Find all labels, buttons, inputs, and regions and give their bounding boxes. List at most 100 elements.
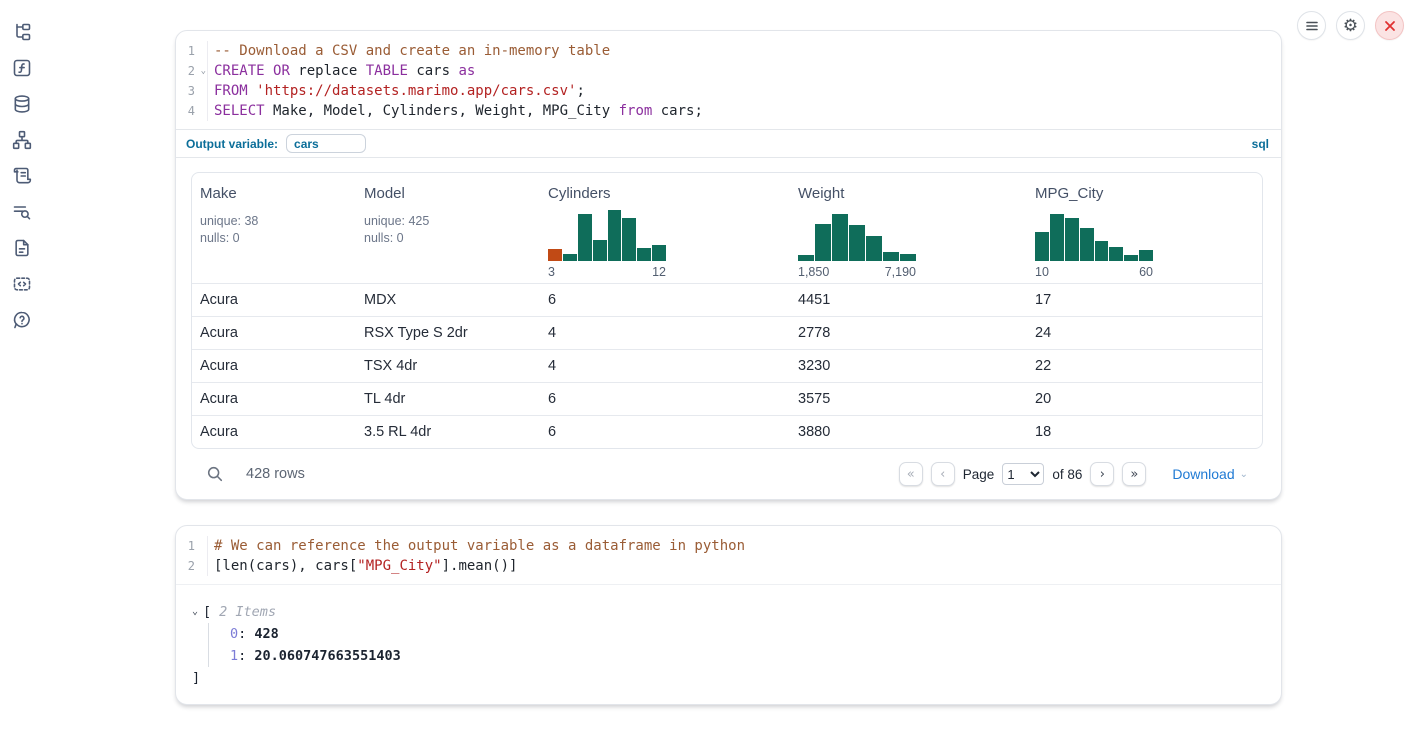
column-label[interactable]: Weight — [798, 185, 1019, 205]
histogram-bar — [798, 255, 814, 261]
code-token: FROM — [214, 83, 248, 99]
code-token: as — [458, 63, 475, 79]
code-text[interactable]: [len(cars), cars["MPG_City"].mean()] — [208, 556, 517, 576]
table-row[interactable]: AcuraRSX Type S 2dr4277824 — [192, 316, 1262, 349]
logs-icon[interactable] — [12, 202, 32, 222]
table-row[interactable]: Acura3.5 RL 4dr6388018 — [192, 415, 1262, 448]
settings-button[interactable]: ⚙ — [1336, 11, 1365, 40]
table-header-row: Makeunique: 38nulls: 0Modelunique: 425nu… — [192, 173, 1262, 283]
sql-cell: 1 -- Download a CSV and create an in-memo… — [175, 30, 1282, 500]
column-header: MPG_City1060 — [1027, 173, 1262, 283]
dependency-graph-icon[interactable] — [12, 130, 32, 150]
histogram-bar — [578, 214, 592, 261]
code-line[interactable]: 2[len(cars), cars["MPG_City"].mean()] — [176, 556, 1281, 576]
table-cell: RSX Type S 2dr — [356, 317, 540, 349]
code-line[interactable]: 1-- Download a CSV and create an in-memo… — [176, 41, 1281, 61]
code-token: Make, Model, Cylinders, Weight, MPG_City — [265, 103, 619, 119]
data-table: Makeunique: 38nulls: 0Modelunique: 425nu… — [191, 172, 1263, 449]
code-token: cars; — [652, 103, 703, 119]
search-icon[interactable] — [206, 465, 224, 483]
table-cell: 2778 — [790, 317, 1027, 349]
code-text[interactable]: -- Download a CSV and create an in-memor… — [208, 41, 610, 61]
datasources-icon[interactable] — [12, 94, 32, 114]
code-token: cars — [408, 63, 459, 79]
gear-icon: ⚙ — [1343, 17, 1358, 34]
close-icon — [1384, 20, 1396, 32]
table-cell: Acura — [192, 416, 356, 448]
code-line[interactable]: 1# We can reference the output variable … — [176, 536, 1281, 556]
code-text[interactable]: # We can reference the output variable a… — [208, 536, 745, 556]
snippets-icon[interactable] — [12, 274, 32, 294]
code-line[interactable]: 4SELECT Make, Model, Cylinders, Weight, … — [176, 101, 1281, 121]
table-cell: TL 4dr — [356, 383, 540, 415]
next-page-button[interactable]: › — [1090, 462, 1114, 486]
histogram-min-label: 3 — [548, 265, 555, 283]
column-label[interactable]: Cylinders — [548, 185, 782, 205]
column-stats: unique: 38nulls: 0 — [200, 213, 348, 246]
page-select[interactable]: 1 — [1002, 463, 1044, 485]
tree-entry-key: 1 — [230, 648, 238, 664]
tree-root-row: ⌄ [ 2 Items — [192, 602, 1265, 622]
table-cell: 18 — [1027, 416, 1262, 448]
code-line[interactable]: 3FROM 'https://datasets.marimo.app/cars.… — [176, 81, 1281, 101]
table-body: AcuraMDX6445117AcuraRSX Type S 2dr427782… — [192, 283, 1262, 448]
code-token: # We can reference the output variable a… — [214, 538, 745, 554]
code-token — [248, 83, 256, 99]
pagination: « ‹ Page 1 of 86 › » — [899, 462, 1147, 486]
column-label[interactable]: MPG_City — [1035, 185, 1254, 205]
table-cell: 3880 — [790, 416, 1027, 448]
first-page-button[interactable]: « — [899, 462, 923, 486]
output-variable-strip: Output variable: sql — [176, 129, 1281, 158]
table-row[interactable]: AcuraTL 4dr6357520 — [192, 382, 1262, 415]
notebook-canvas: 1 -- Download a CSV and create an in-memo… — [175, 0, 1282, 705]
chevron-down-icon: ⌄ — [1240, 469, 1248, 480]
code-token: CREATE — [214, 63, 265, 79]
table-cell: 4451 — [790, 284, 1027, 316]
table-cell: 6 — [540, 383, 790, 415]
table-cell: 20 — [1027, 383, 1262, 415]
line-number: 4 — [176, 101, 208, 121]
code-token: from — [619, 103, 653, 119]
functions-icon[interactable] — [12, 58, 32, 78]
histogram-bar — [563, 254, 577, 261]
table-cell: 3230 — [790, 350, 1027, 382]
code-token: ; — [576, 83, 584, 99]
column-header: Weight1,8507,190 — [790, 173, 1027, 283]
table-row[interactable]: AcuraMDX6445117 — [192, 283, 1262, 316]
help-icon[interactable] — [12, 310, 32, 330]
prev-page-button[interactable]: ‹ — [931, 462, 955, 486]
documentation-icon[interactable] — [12, 238, 32, 258]
page-label: Page — [963, 467, 995, 482]
code-text[interactable]: FROM 'https://datasets.marimo.app/cars.c… — [208, 81, 585, 101]
column-histogram[interactable]: 1060 — [1035, 207, 1153, 283]
histogram-bar — [815, 224, 831, 261]
sql-code-editor[interactable]: 1-- Download a CSV and create an in-memo… — [176, 31, 1281, 129]
python-code-editor[interactable]: 1# We can reference the output variable … — [176, 526, 1281, 585]
table-cell: Acura — [192, 383, 356, 415]
column-label[interactable]: Make — [200, 185, 348, 205]
histogram-max-label: 7,190 — [885, 265, 916, 283]
shutdown-button[interactable] — [1375, 11, 1404, 40]
code-line[interactable]: 2⌄CREATE OR replace TABLE cars as — [176, 61, 1281, 81]
menu-button[interactable] — [1297, 11, 1326, 40]
download-menu[interactable]: Download ⌄ — [1172, 466, 1248, 482]
code-text[interactable]: CREATE OR replace TABLE cars as — [208, 61, 475, 81]
file-tree-icon[interactable] — [12, 22, 32, 42]
fold-chevron-icon[interactable]: ⌄ — [201, 61, 206, 81]
histogram-bar — [1080, 228, 1094, 261]
histogram-bar — [1065, 218, 1079, 261]
table-row[interactable]: AcuraTSX 4dr4323022 — [192, 349, 1262, 382]
histogram-max-label: 60 — [1139, 265, 1153, 283]
code-token: 'https://datasets.marimo.app/cars.csv' — [256, 83, 576, 99]
column-histogram[interactable]: 1,8507,190 — [798, 207, 916, 283]
last-page-button[interactable]: » — [1122, 462, 1146, 486]
code-text[interactable]: SELECT Make, Model, Cylinders, Weight, M… — [208, 101, 703, 121]
output-variable-input[interactable] — [286, 134, 366, 153]
scratchpad-icon[interactable] — [12, 166, 32, 186]
collapse-chevron-icon[interactable]: ⌄ — [192, 602, 198, 622]
column-label[interactable]: Model — [364, 185, 532, 205]
code-token: -- Download a CSV and create an in-memor… — [214, 43, 610, 59]
histogram-bar — [1050, 214, 1064, 261]
code-token: ].mean()] — [442, 558, 518, 574]
column-histogram[interactable]: 312 — [548, 207, 666, 283]
